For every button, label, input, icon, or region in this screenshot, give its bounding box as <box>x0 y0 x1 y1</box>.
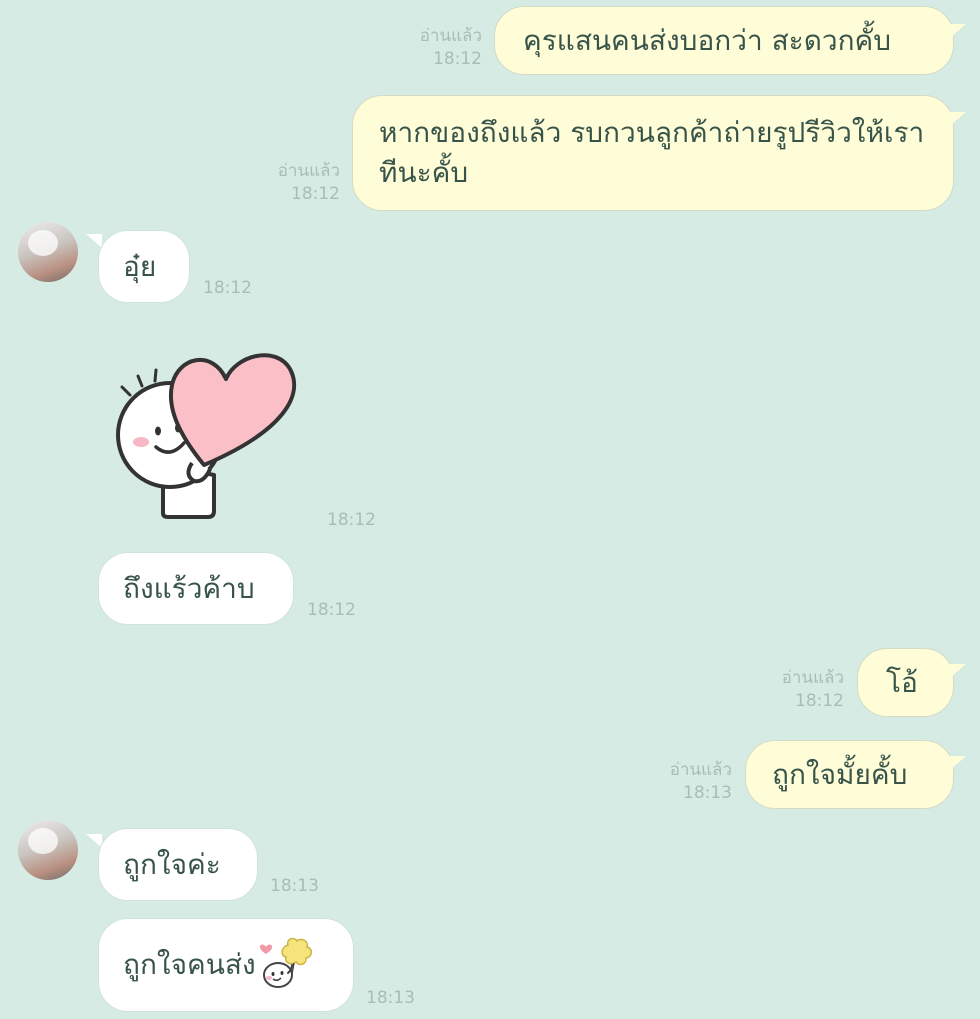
contact-avatar[interactable] <box>18 820 78 880</box>
read-status: อ่านแล้ว <box>781 668 844 688</box>
heart-hug-sticker[interactable] <box>108 335 303 525</box>
message-text: ถูกใจคนส่ง <box>123 948 256 981</box>
message-text: ถูกใจมั้ยคั้บ <box>772 757 908 791</box>
message-bubble[interactable]: ถูกใจค่ะ <box>98 828 258 901</box>
message-bubble[interactable]: อุ๋ย <box>98 230 190 303</box>
message-text: ถูกใจค่ะ <box>123 847 221 881</box>
timestamp: 18:13 <box>270 876 319 896</box>
contact-avatar[interactable] <box>18 222 78 282</box>
message-text: คุรแสนคนส่งบอกว่า สะดวกคั้บ <box>523 23 892 57</box>
message-meta: อ่านแล้ว 18:12 <box>744 667 844 713</box>
read-status: อ่านแล้ว <box>419 26 482 46</box>
message-meta: อ่านแล้ว 18:13 <box>632 759 732 805</box>
read-status: อ่านแล้ว <box>669 760 732 780</box>
timestamp: 18:13 <box>683 783 732 803</box>
timestamp: 18:12 <box>203 278 252 298</box>
timestamp: 18:12 <box>307 600 356 620</box>
message-bubble[interactable]: ถูกใจมั้ยคั้บ <box>745 740 954 809</box>
message-meta: อ่านแล้ว 18:12 <box>382 25 482 71</box>
timestamp: 18:12 <box>795 691 844 711</box>
message-text: ถึงแร้วค้าบ <box>123 571 255 605</box>
message-bubble[interactable]: คุรแสนคนส่งบอกว่า สะดวกคั้บ <box>494 6 954 75</box>
read-status: อ่านแล้ว <box>277 161 340 181</box>
timestamp: 18:12 <box>327 510 376 530</box>
message-bubble[interactable]: ถูกใจคนส่ง <box>98 918 354 1012</box>
timestamp: 18:13 <box>366 988 415 1008</box>
message-text: โอ้ <box>886 665 918 699</box>
message-bubble[interactable]: ถึงแร้วค้าบ <box>98 552 294 625</box>
message-bubble[interactable]: โอ้ <box>857 648 954 717</box>
bubble-tail <box>950 664 966 678</box>
bubble-tail <box>950 756 966 770</box>
bubble-tail <box>86 234 102 248</box>
message-text: หากของถึงแล้ว รบกวนลูกค้าถ่ายรูปรีวิวให้… <box>379 116 925 189</box>
timestamp: 18:12 <box>291 184 340 204</box>
timestamp: 18:12 <box>433 49 482 69</box>
message-meta: อ่านแล้ว 18:12 <box>240 160 340 206</box>
message-text: อุ๋ย <box>123 249 157 283</box>
bubble-tail <box>950 112 966 126</box>
bubble-tail <box>950 24 966 38</box>
message-bubble[interactable]: หากของถึงแล้ว รบกวนลูกค้าถ่ายรูปรีวิวให้… <box>352 95 954 211</box>
cheer-emoji <box>259 937 312 988</box>
